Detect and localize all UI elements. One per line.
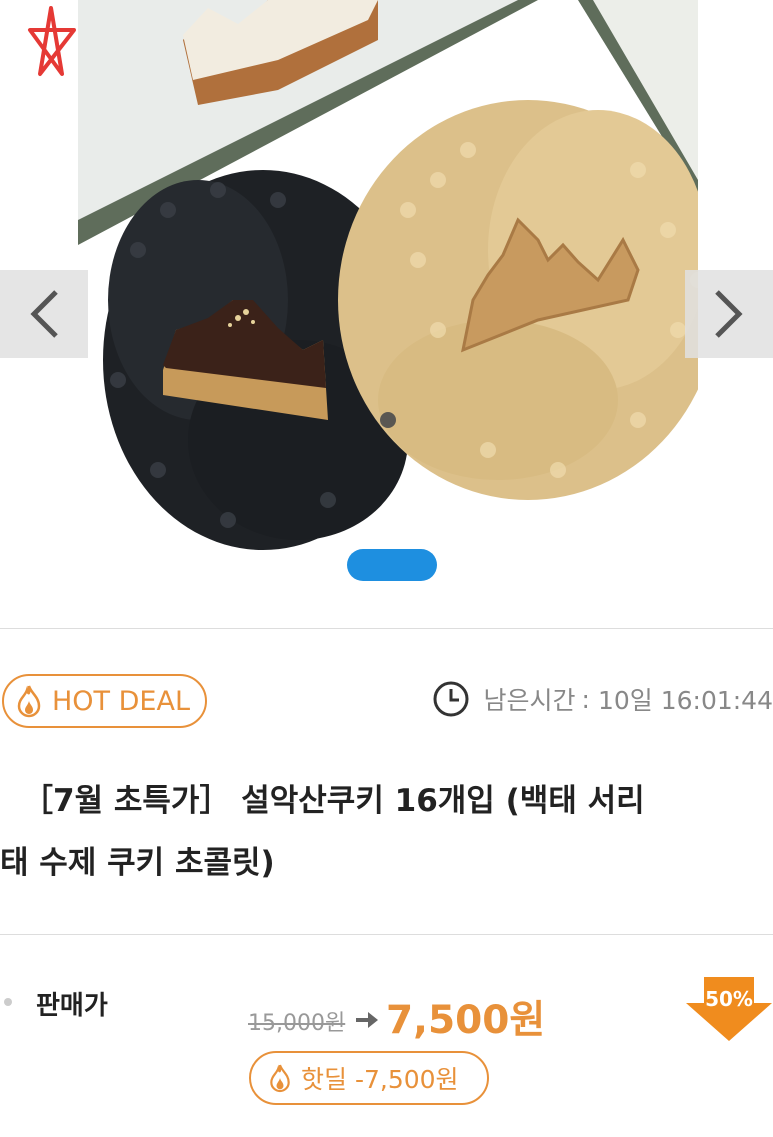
chevron-left-icon [30, 290, 58, 338]
divider [0, 628, 773, 629]
discount-badge: 50% [686, 977, 772, 1041]
flame-icon [17, 685, 41, 718]
remaining-time: 남은시간 : 10일 16:01:44 [432, 680, 773, 718]
timer-separator: : [581, 684, 590, 714]
hot-deal-discount-label: 핫딜 -7,500원 [301, 1065, 459, 1094]
bullet-icon [4, 998, 12, 1006]
product-photo [78, 0, 698, 626]
hot-deal-label: HOT DEAL [52, 685, 190, 717]
discount-percent: 50% [705, 987, 753, 1011]
product-title: ［7월 초특가］ 설악산쿠키 16개입 (백태 서리 태 수제 쿠키 초콜릿) [0, 770, 773, 894]
timer-value: 10일 16:01:44 [597, 686, 773, 715]
product-title-line-2: 태 수제 쿠키 초콜릿) [0, 845, 275, 881]
gallery-page-indicator[interactable] [347, 549, 437, 581]
hot-deal-badge: HOT DEAL [2, 674, 207, 728]
hot-deal-discount-pill: 핫딜 -7,500원 [249, 1051, 489, 1105]
chevron-right-icon [715, 290, 743, 338]
deal-info-row: HOT DEAL 남은시간 : 10일 16:01:44 [0, 672, 773, 736]
price-label: 판매가 [36, 991, 108, 1021]
gallery-next-button[interactable] [685, 270, 773, 358]
price-row: 판매가 15,000원 7,500원 50% [0, 977, 773, 1045]
clock-icon [433, 681, 468, 717]
product-title-line-1: ［7월 초특가］ 설악산쿠키 16개입 (백태 서리 [22, 783, 645, 819]
divider [0, 934, 773, 935]
product-image-gallery[interactable] [0, 0, 773, 628]
sale-price: 7,500원 [386, 998, 546, 1043]
gallery-prev-button[interactable] [0, 270, 88, 358]
timer-label: 남은시간 [483, 686, 576, 715]
flame-icon [270, 1064, 290, 1093]
original-price: 15,000원 [248, 1011, 346, 1036]
star-logo-icon [28, 6, 76, 76]
arrow-right-icon [356, 1012, 378, 1028]
